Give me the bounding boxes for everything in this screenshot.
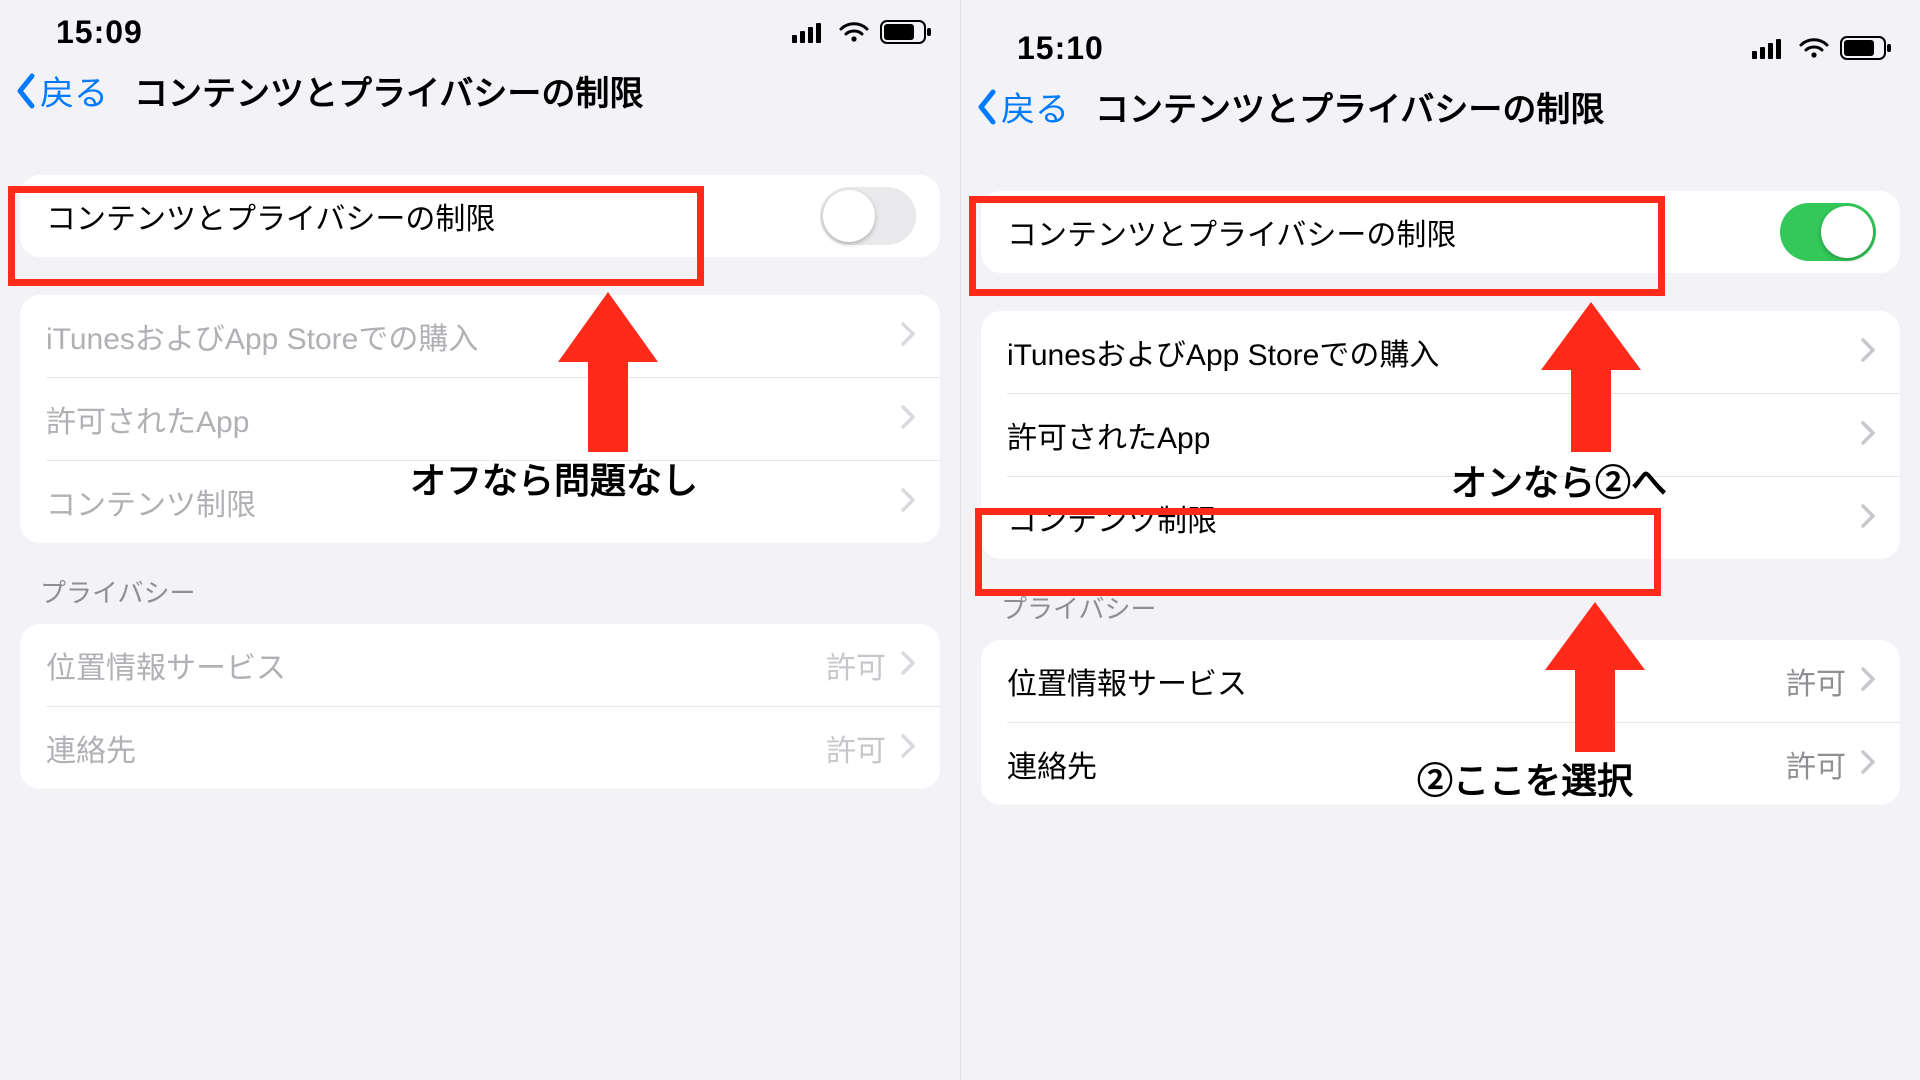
nav-bar: 戻る コンテンツとプライバシーの制限 <box>0 58 960 137</box>
wifi-icon <box>1798 37 1830 59</box>
status-time: 15:10 <box>1017 30 1104 67</box>
chevron-right-icon <box>900 404 916 435</box>
toggle-label: コンテンツとプライバシーの制限 <box>1007 210 1456 254</box>
row-itunes-purchases[interactable]: iTunesおよびApp Storeでの購入 <box>20 295 940 377</box>
row-contacts[interactable]: 連絡先 許可 <box>981 723 1900 805</box>
row-value: 許可 <box>1786 742 1846 786</box>
toggle-group: コンテンツとプライバシーの制限 <box>20 175 940 257</box>
cellular-icon <box>792 21 828 43</box>
back-button[interactable]: 戻る <box>975 82 1069 131</box>
row-content-restrictions[interactable]: コンテンツ制限 <box>981 477 1900 559</box>
row-label: 連絡先 <box>46 726 136 770</box>
row-label: 許可されたApp <box>46 397 249 441</box>
row-content-restrictions[interactable]: コンテンツ制限 <box>20 461 940 543</box>
battery-icon <box>1840 36 1892 60</box>
battery-icon <box>880 20 932 44</box>
settings-group-2: 位置情報サービス 許可 連絡先 許可 <box>981 640 1900 805</box>
row-label: コンテンツ制限 <box>46 480 256 524</box>
row-value: 許可 <box>1786 659 1846 703</box>
row-location-services[interactable]: 位置情報サービス 許可 <box>20 624 940 706</box>
back-button[interactable]: 戻る <box>14 66 108 115</box>
row-label: iTunesおよびApp Storeでの購入 <box>1007 330 1439 374</box>
row-value: 許可 <box>826 643 886 687</box>
nav-bar: 戻る コンテンツとプライバシーの制限 <box>961 74 1920 153</box>
content-restrictions-toggle-row[interactable]: コンテンツとプライバシーの制限 <box>20 175 940 257</box>
row-itunes-purchases[interactable]: iTunesおよびApp Storeでの購入 <box>981 311 1900 393</box>
settings-group-2: 位置情報サービス 許可 連絡先 許可 <box>20 624 940 789</box>
privacy-section-header: プライバシー <box>961 559 1920 640</box>
chevron-right-icon <box>1860 503 1876 534</box>
cellular-icon <box>1752 37 1788 59</box>
content-restrictions-toggle-row[interactable]: コンテンツとプライバシーの制限 <box>981 191 1900 273</box>
back-label: 戻る <box>40 66 108 115</box>
content-restrictions-toggle[interactable] <box>1780 203 1876 261</box>
row-label: iTunesおよびApp Storeでの購入 <box>46 314 478 358</box>
status-icons <box>1752 36 1892 60</box>
status-time: 15:09 <box>56 14 143 51</box>
chevron-right-icon <box>1860 749 1876 780</box>
row-label: コンテンツ制限 <box>1007 496 1217 540</box>
chevron-right-icon <box>900 650 916 681</box>
chevron-right-icon <box>900 733 916 764</box>
row-label: 連絡先 <box>1007 742 1097 786</box>
screenshot-right: 15:10 戻る コンテンツとプライバシーの制限 <box>960 0 1920 1080</box>
row-contacts[interactable]: 連絡先 許可 <box>20 707 940 789</box>
page-title: コンテンツとプライバシーの制限 <box>108 66 940 115</box>
content-restrictions-toggle[interactable] <box>820 187 916 245</box>
row-location-services[interactable]: 位置情報サービス 許可 <box>981 640 1900 722</box>
row-label: 位置情報サービス <box>1007 659 1247 703</box>
page-title: コンテンツとプライバシーの制限 <box>1069 82 1900 131</box>
row-value: 許可 <box>826 726 886 770</box>
chevron-right-icon <box>1860 337 1876 368</box>
toggle-label: コンテンツとプライバシーの制限 <box>46 194 495 238</box>
chevron-left-icon <box>14 72 38 110</box>
row-allowed-apps[interactable]: 許可されたApp <box>981 394 1900 476</box>
row-label: 許可されたApp <box>1007 413 1210 457</box>
privacy-section-header: プライバシー <box>0 543 960 624</box>
row-label: 位置情報サービス <box>46 643 286 687</box>
toggle-group: コンテンツとプライバシーの制限 <box>981 191 1900 273</box>
back-label: 戻る <box>1001 82 1069 131</box>
status-bar: 15:09 <box>0 0 960 58</box>
chevron-left-icon <box>975 88 999 126</box>
chevron-right-icon <box>900 487 916 518</box>
screenshot-left: 15:09 戻る コンテンツとプライバシーの制限 <box>0 0 960 1080</box>
settings-group-1: iTunesおよびApp Storeでの購入 許可されたApp コンテンツ制限 <box>20 295 940 543</box>
chevron-right-icon <box>1860 666 1876 697</box>
chevron-right-icon <box>900 321 916 352</box>
settings-group-1: iTunesおよびApp Storeでの購入 許可されたApp コンテンツ制限 <box>981 311 1900 559</box>
chevron-right-icon <box>1860 420 1876 451</box>
status-bar: 15:10 <box>961 16 1920 74</box>
status-icons <box>792 20 932 44</box>
row-allowed-apps[interactable]: 許可されたApp <box>20 378 940 460</box>
wifi-icon <box>838 21 870 43</box>
